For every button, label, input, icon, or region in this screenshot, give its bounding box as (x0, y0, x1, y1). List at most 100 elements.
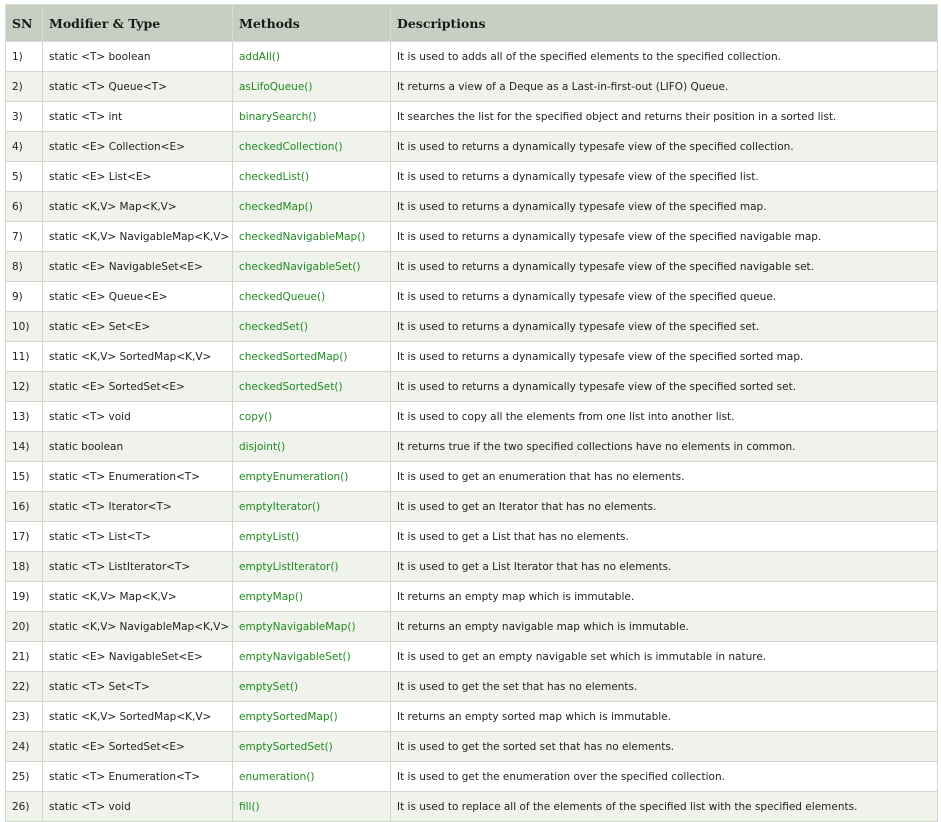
cell-method-link[interactable]: enumeration() (232, 761, 391, 792)
table-row: 3) static <T> int binarySearch() It searche… (5, 101, 938, 132)
cell-sn: 16) (5, 491, 43, 522)
cell-sn: 21) (5, 641, 43, 672)
cell-modifier-type: static <T> Queue<T> (42, 71, 233, 102)
cell-method-link[interactable]: checkedSortedMap() (232, 341, 391, 372)
cell-sn: 19) (5, 581, 43, 612)
cell-description: It returns true if the two specified col… (390, 431, 938, 462)
cell-modifier-type: static <T> void (42, 791, 233, 822)
cell-method-link[interactable]: emptyMap() (232, 581, 391, 612)
cell-method-link[interactable]: checkedNavigableSet() (232, 251, 391, 282)
cell-modifier-type: static <T> ListIterator<T> (42, 551, 233, 582)
table-row: 9) static <E> Queue<E> checkedQueue() It is… (5, 281, 938, 312)
table-row: 5) static <E> List<E> checkedList() It is u… (5, 161, 938, 192)
cell-modifier-type: static <T> Iterator<T> (42, 491, 233, 522)
table-row: 2) static <T> Queue<T> asLifoQueue() It ret… (5, 71, 938, 102)
cell-description: It is used to returns a dynamically type… (390, 311, 938, 342)
cell-modifier-type: static <E> List<E> (42, 161, 233, 192)
table-row: 12) static <E> SortedSet<E> checkedSortedS… (5, 371, 938, 402)
cell-description: It returns a view of a Deque as a Last-i… (390, 71, 938, 102)
cell-modifier-type: static boolean (42, 431, 233, 462)
cell-sn: 2) (5, 71, 43, 102)
cell-modifier-type: static <E> SortedSet<E> (42, 731, 233, 762)
cell-sn: 15) (5, 461, 43, 492)
cell-sn: 25) (5, 761, 43, 792)
cell-description: It is used to copy all the elements from… (390, 401, 938, 432)
cell-method-link[interactable]: disjoint() (232, 431, 391, 462)
table-row: 26) static <T> void fill() It is used to re… (5, 791, 938, 822)
table-row: 1) static <T> boolean addAll() It is used t… (5, 41, 938, 72)
cell-method-link[interactable]: emptyIterator() (232, 491, 391, 522)
cell-method-link[interactable]: checkedList() (232, 161, 391, 192)
cell-description: It is used to get an enumeration that ha… (390, 461, 938, 492)
cell-description: It is used to adds all of the specified … (390, 41, 938, 72)
cell-modifier-type: static <E> SortedSet<E> (42, 371, 233, 402)
cell-description: It is used to get a List that has no ele… (390, 521, 938, 552)
cell-method-link[interactable]: checkedCollection() (232, 131, 391, 162)
cell-method-link[interactable]: checkedQueue() (232, 281, 391, 312)
cell-modifier-type: static <T> boolean (42, 41, 233, 72)
cell-modifier-type: static <T> Enumeration<T> (42, 461, 233, 492)
cell-description: It is used to returns a dynamically type… (390, 371, 938, 402)
cell-sn: 23) (5, 701, 43, 732)
cell-description: It is used to get the set that has no el… (390, 671, 938, 702)
table-row: 15) static <T> Enumeration<T> emptyEnumera… (5, 461, 938, 492)
cell-description: It is used to replace all of the element… (390, 791, 938, 822)
cell-modifier-type: static <T> List<T> (42, 521, 233, 552)
cell-description: It is used to returns a dynamically type… (390, 341, 938, 372)
header-methods: Methods (232, 4, 391, 42)
cell-sn: 9) (5, 281, 43, 312)
cell-description: It is used to get an Iterator that has n… (390, 491, 938, 522)
table-row: 14) static boolean disjoint() It returns tr… (5, 431, 938, 462)
table-body: 1) static <T> boolean addAll() It is used t… (5, 41, 938, 822)
cell-method-link[interactable]: emptySortedSet() (232, 731, 391, 762)
cell-method-link[interactable]: fill() (232, 791, 391, 822)
table-row: 10) static <E> Set<E> checkedSet() It is us… (5, 311, 938, 342)
cell-sn: 26) (5, 791, 43, 822)
cell-description: It returns an empty navigable map which … (390, 611, 938, 642)
cell-modifier-type: static <K,V> NavigableMap<K,V> (42, 611, 233, 642)
cell-sn: 6) (5, 191, 43, 222)
methods-table-container: SN Modifier & Type Methods Descriptions … (5, 4, 938, 822)
cell-method-link[interactable]: copy() (232, 401, 391, 432)
cell-description: It is used to get a List Iterator that h… (390, 551, 938, 582)
cell-method-link[interactable]: checkedNavigableMap() (232, 221, 391, 252)
cell-modifier-type: static <T> Set<T> (42, 671, 233, 702)
cell-method-link[interactable]: emptySortedMap() (232, 701, 391, 732)
cell-sn: 17) (5, 521, 43, 552)
cell-description: It searches the list for the specified o… (390, 101, 938, 132)
cell-modifier-type: static <K,V> Map<K,V> (42, 191, 233, 222)
cell-modifier-type: static <K,V> NavigableMap<K,V> (42, 221, 233, 252)
cell-method-link[interactable]: emptyEnumeration() (232, 461, 391, 492)
table-row: 19) static <K,V> Map<K,V> emptyMap() It ret… (5, 581, 938, 612)
cell-method-link[interactable]: emptyListIterator() (232, 551, 391, 582)
cell-description: It returns an empty sorted map which is … (390, 701, 938, 732)
cell-sn: 7) (5, 221, 43, 252)
cell-method-link[interactable]: checkedSortedSet() (232, 371, 391, 402)
cell-method-link[interactable]: checkedSet() (232, 311, 391, 342)
cell-method-link[interactable]: binarySearch() (232, 101, 391, 132)
table-row: 4) static <E> Collection<E> checkedCollect… (5, 131, 938, 162)
table-row: 22) static <T> Set<T> emptySet() It is used… (5, 671, 938, 702)
header-sn: SN (5, 4, 43, 42)
cell-method-link[interactable]: emptyNavigableMap() (232, 611, 391, 642)
cell-modifier-type: static <K,V> SortedMap<K,V> (42, 701, 233, 732)
cell-sn: 22) (5, 671, 43, 702)
cell-method-link[interactable]: emptySet() (232, 671, 391, 702)
cell-sn: 11) (5, 341, 43, 372)
table-row: 20) static <K,V> NavigableMap<K,V> emptyNa… (5, 611, 938, 642)
table-row: 6) static <K,V> Map<K,V> checkedMap() It is… (5, 191, 938, 222)
cell-method-link[interactable]: asLifoQueue() (232, 71, 391, 102)
table-header-row: SN Modifier & Type Methods Descriptions (5, 4, 938, 42)
cell-modifier-type: static <E> Collection<E> (42, 131, 233, 162)
cell-method-link[interactable]: addAll() (232, 41, 391, 72)
cell-modifier-type: static <T> void (42, 401, 233, 432)
cell-method-link[interactable]: checkedMap() (232, 191, 391, 222)
methods-table: SN Modifier & Type Methods Descriptions … (5, 4, 938, 822)
cell-modifier-type: static <E> NavigableSet<E> (42, 641, 233, 672)
cell-description: It is used to returns a dynamically type… (390, 251, 938, 282)
table-row: 7) static <K,V> NavigableMap<K,V> checkedN… (5, 221, 938, 252)
table-row: 11) static <K,V> SortedMap<K,V> checkedSor… (5, 341, 938, 372)
cell-method-link[interactable]: emptyNavigableSet() (232, 641, 391, 672)
cell-method-link[interactable]: emptyList() (232, 521, 391, 552)
cell-description: It is used to get an empty navigable set… (390, 641, 938, 672)
